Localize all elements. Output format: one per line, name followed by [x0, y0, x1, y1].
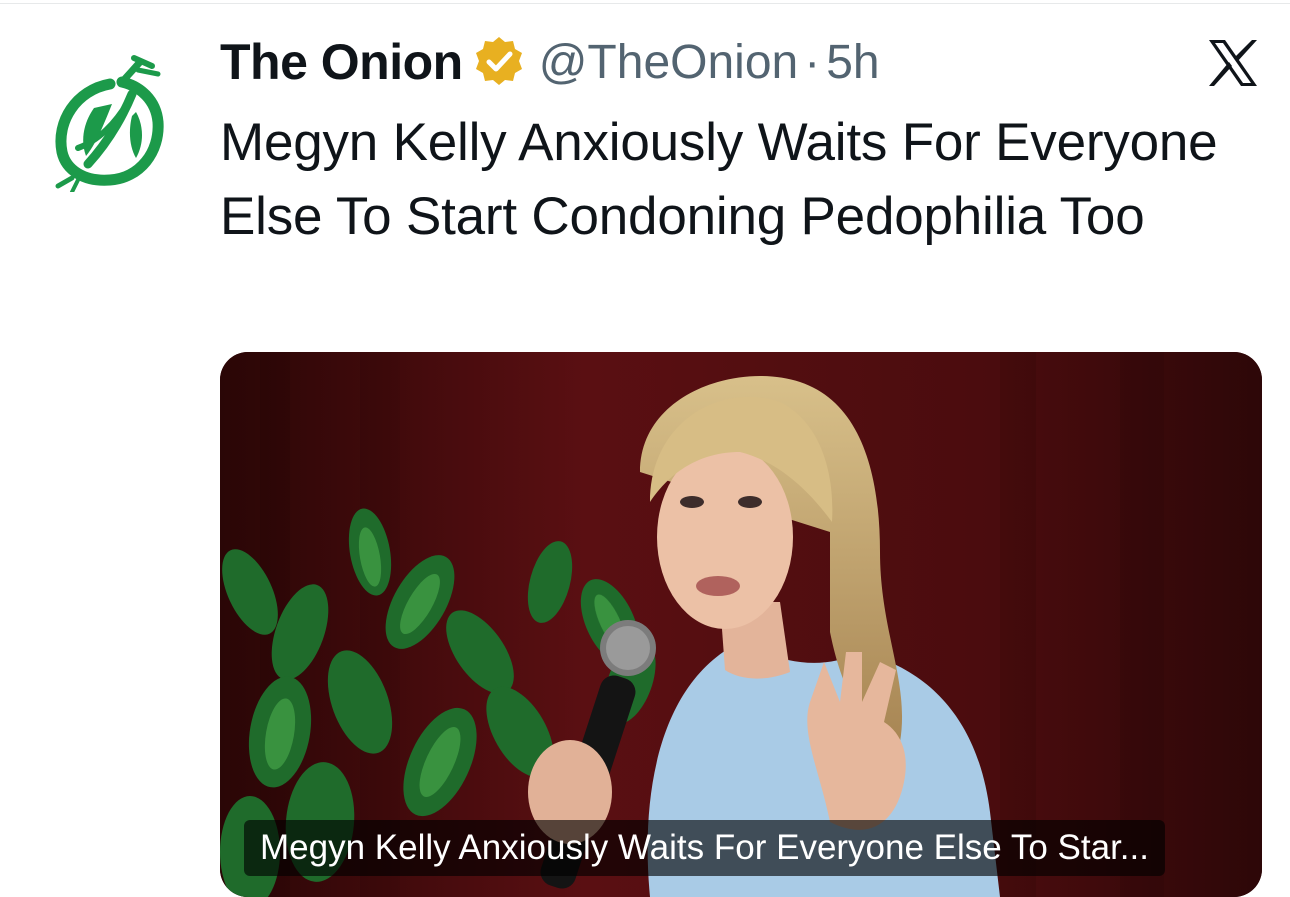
tweet-card[interactable]: The Onion @TheOnion · 5h Megyn Kelly Anx… — [0, 0, 1290, 897]
verified-badge-icon[interactable] — [471, 34, 527, 90]
article-photo — [220, 352, 1262, 897]
timestamp[interactable]: 5h — [826, 35, 879, 90]
tweet-text: Megyn Kelly Anxiously Waits For Everyone… — [220, 113, 1218, 246]
author-name[interactable]: The Onion — [220, 33, 463, 91]
tweet-header: The Onion @TheOnion · 5h — [220, 30, 880, 94]
x-logo-icon[interactable] — [1206, 38, 1260, 88]
media-caption: Megyn Kelly Anxiously Waits For Everyone… — [244, 820, 1165, 876]
author-handle[interactable]: @TheOnion — [539, 35, 799, 90]
media-card[interactable]: Megyn Kelly Anxiously Waits For Everyone… — [220, 352, 1262, 897]
onion-logo-icon[interactable] — [48, 52, 178, 192]
separator-dot: · — [804, 35, 821, 89]
